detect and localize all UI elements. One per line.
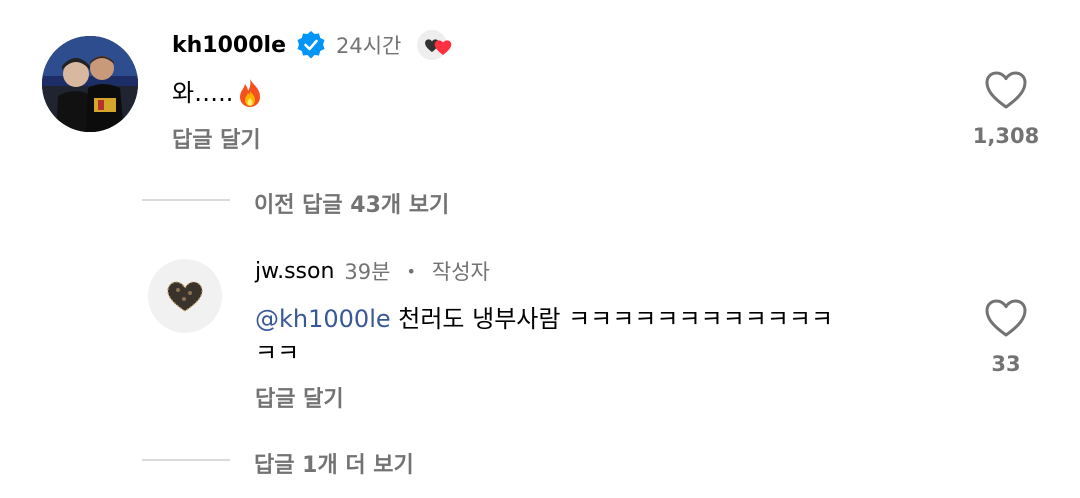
- heart-avatar-icon: [167, 281, 203, 312]
- meta-separator: •: [406, 261, 416, 281]
- creator-liked-badge: [415, 28, 455, 62]
- reply-body: @kh1000le 천러도 냉부사람 ㅋㅋㅋㅋㅋㅋㅋㅋㅋㅋㅋㅋ ㅋㅋ: [255, 302, 945, 370]
- fire-icon: [235, 77, 265, 109]
- mention-link[interactable]: @kh1000le: [255, 305, 391, 333]
- comment-text: 와…..: [172, 79, 234, 107]
- reply-like-count: 33: [991, 352, 1021, 376]
- heart-outline-icon: [985, 299, 1027, 337]
- view-more-replies-button[interactable]: 답글 1개 더 보기: [254, 447, 414, 479]
- heart-outline-icon: [985, 71, 1027, 109]
- reply-header: jw.sson 39분 • 작성자: [255, 256, 490, 286]
- heart-badge-icon: [435, 40, 452, 55]
- reply-reply-button[interactable]: 답글 달기: [255, 381, 344, 413]
- reply-avatar[interactable]: [148, 259, 222, 333]
- reply-text-line1: 천러도 냉부사람 ㅋㅋㅋㅋㅋㅋㅋㅋㅋㅋㅋㅋ: [390, 305, 834, 333]
- verified-badge-icon: [296, 30, 326, 60]
- avatar-photo: [42, 36, 138, 132]
- comment-reply-button[interactable]: 답글 달기: [172, 122, 261, 154]
- comment-like-count: 1,308: [972, 124, 1040, 148]
- commenter-avatar[interactable]: [42, 36, 138, 132]
- author-badge: 작성자: [431, 260, 490, 284]
- divider-line: [142, 459, 230, 461]
- reply-time: 39분: [344, 260, 391, 284]
- reply-username[interactable]: jw.sson: [255, 259, 334, 284]
- reply-like-button[interactable]: [984, 298, 1028, 338]
- view-previous-replies-button[interactable]: 이전 답글 43개 보기: [254, 187, 449, 219]
- divider-line: [142, 199, 230, 201]
- comment-time: 24시간: [336, 34, 402, 58]
- comment-like-button[interactable]: [984, 70, 1028, 110]
- comment-body: 와…..: [172, 76, 265, 110]
- comment-header: kh1000le 24시간: [172, 28, 455, 62]
- comment-username[interactable]: kh1000le: [172, 33, 286, 58]
- reply-text-line2: ㅋㅋ: [255, 339, 300, 367]
